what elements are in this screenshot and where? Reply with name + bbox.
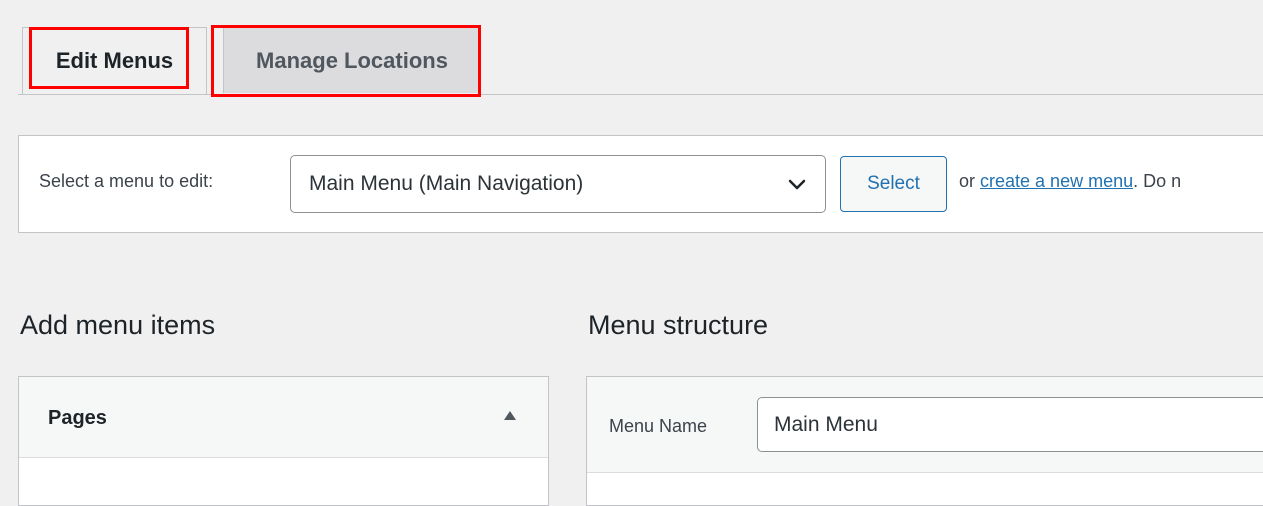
select-menu-label: Select a menu to edit: <box>39 171 214 191</box>
trailing-text: . Do n <box>1133 171 1182 191</box>
tab-manage-locations[interactable]: Manage Locations <box>223 27 481 93</box>
add-menu-items-heading: Add menu items <box>20 310 216 340</box>
pages-accordion: Pages <box>18 376 549 506</box>
create-menu-text: or create a new menu. Do n <box>959 171 1181 192</box>
nav-tab-wrapper: Edit Menus Manage Locations <box>18 0 1263 95</box>
menu-select-value: Main Menu (Main Navigation) <box>309 172 584 195</box>
select-button[interactable]: Select <box>840 156 947 212</box>
manage-menus-box: Select a menu to edit: Main Menu (Main N… <box>18 135 1263 233</box>
chevron-down-icon <box>788 179 806 190</box>
menu-structure-heading: Menu structure <box>588 310 769 340</box>
create-new-menu-link[interactable]: create a new menu <box>980 171 1133 191</box>
menu-name-field[interactable] <box>757 397 1263 452</box>
tab-edit-menus-label: Edit Menus <box>55 48 174 73</box>
tab-edit-menus[interactable]: Edit Menus <box>22 27 207 94</box>
pages-accordion-header[interactable]: Pages <box>19 377 548 458</box>
tab-manage-locations-label: Manage Locations <box>256 47 448 73</box>
menu-name-label: Menu Name <box>609 416 708 436</box>
menu-structure-panel: Menu Name <box>586 376 1263 506</box>
pages-accordion-title: Pages <box>48 407 107 429</box>
or-text: or <box>959 171 981 191</box>
select-button-label: Select <box>867 173 920 194</box>
menu-name-header: Menu Name <box>587 377 1263 473</box>
menu-select-dropdown[interactable]: Main Menu (Main Navigation) <box>290 155 826 213</box>
arrow-up-icon[interactable] <box>504 411 516 420</box>
